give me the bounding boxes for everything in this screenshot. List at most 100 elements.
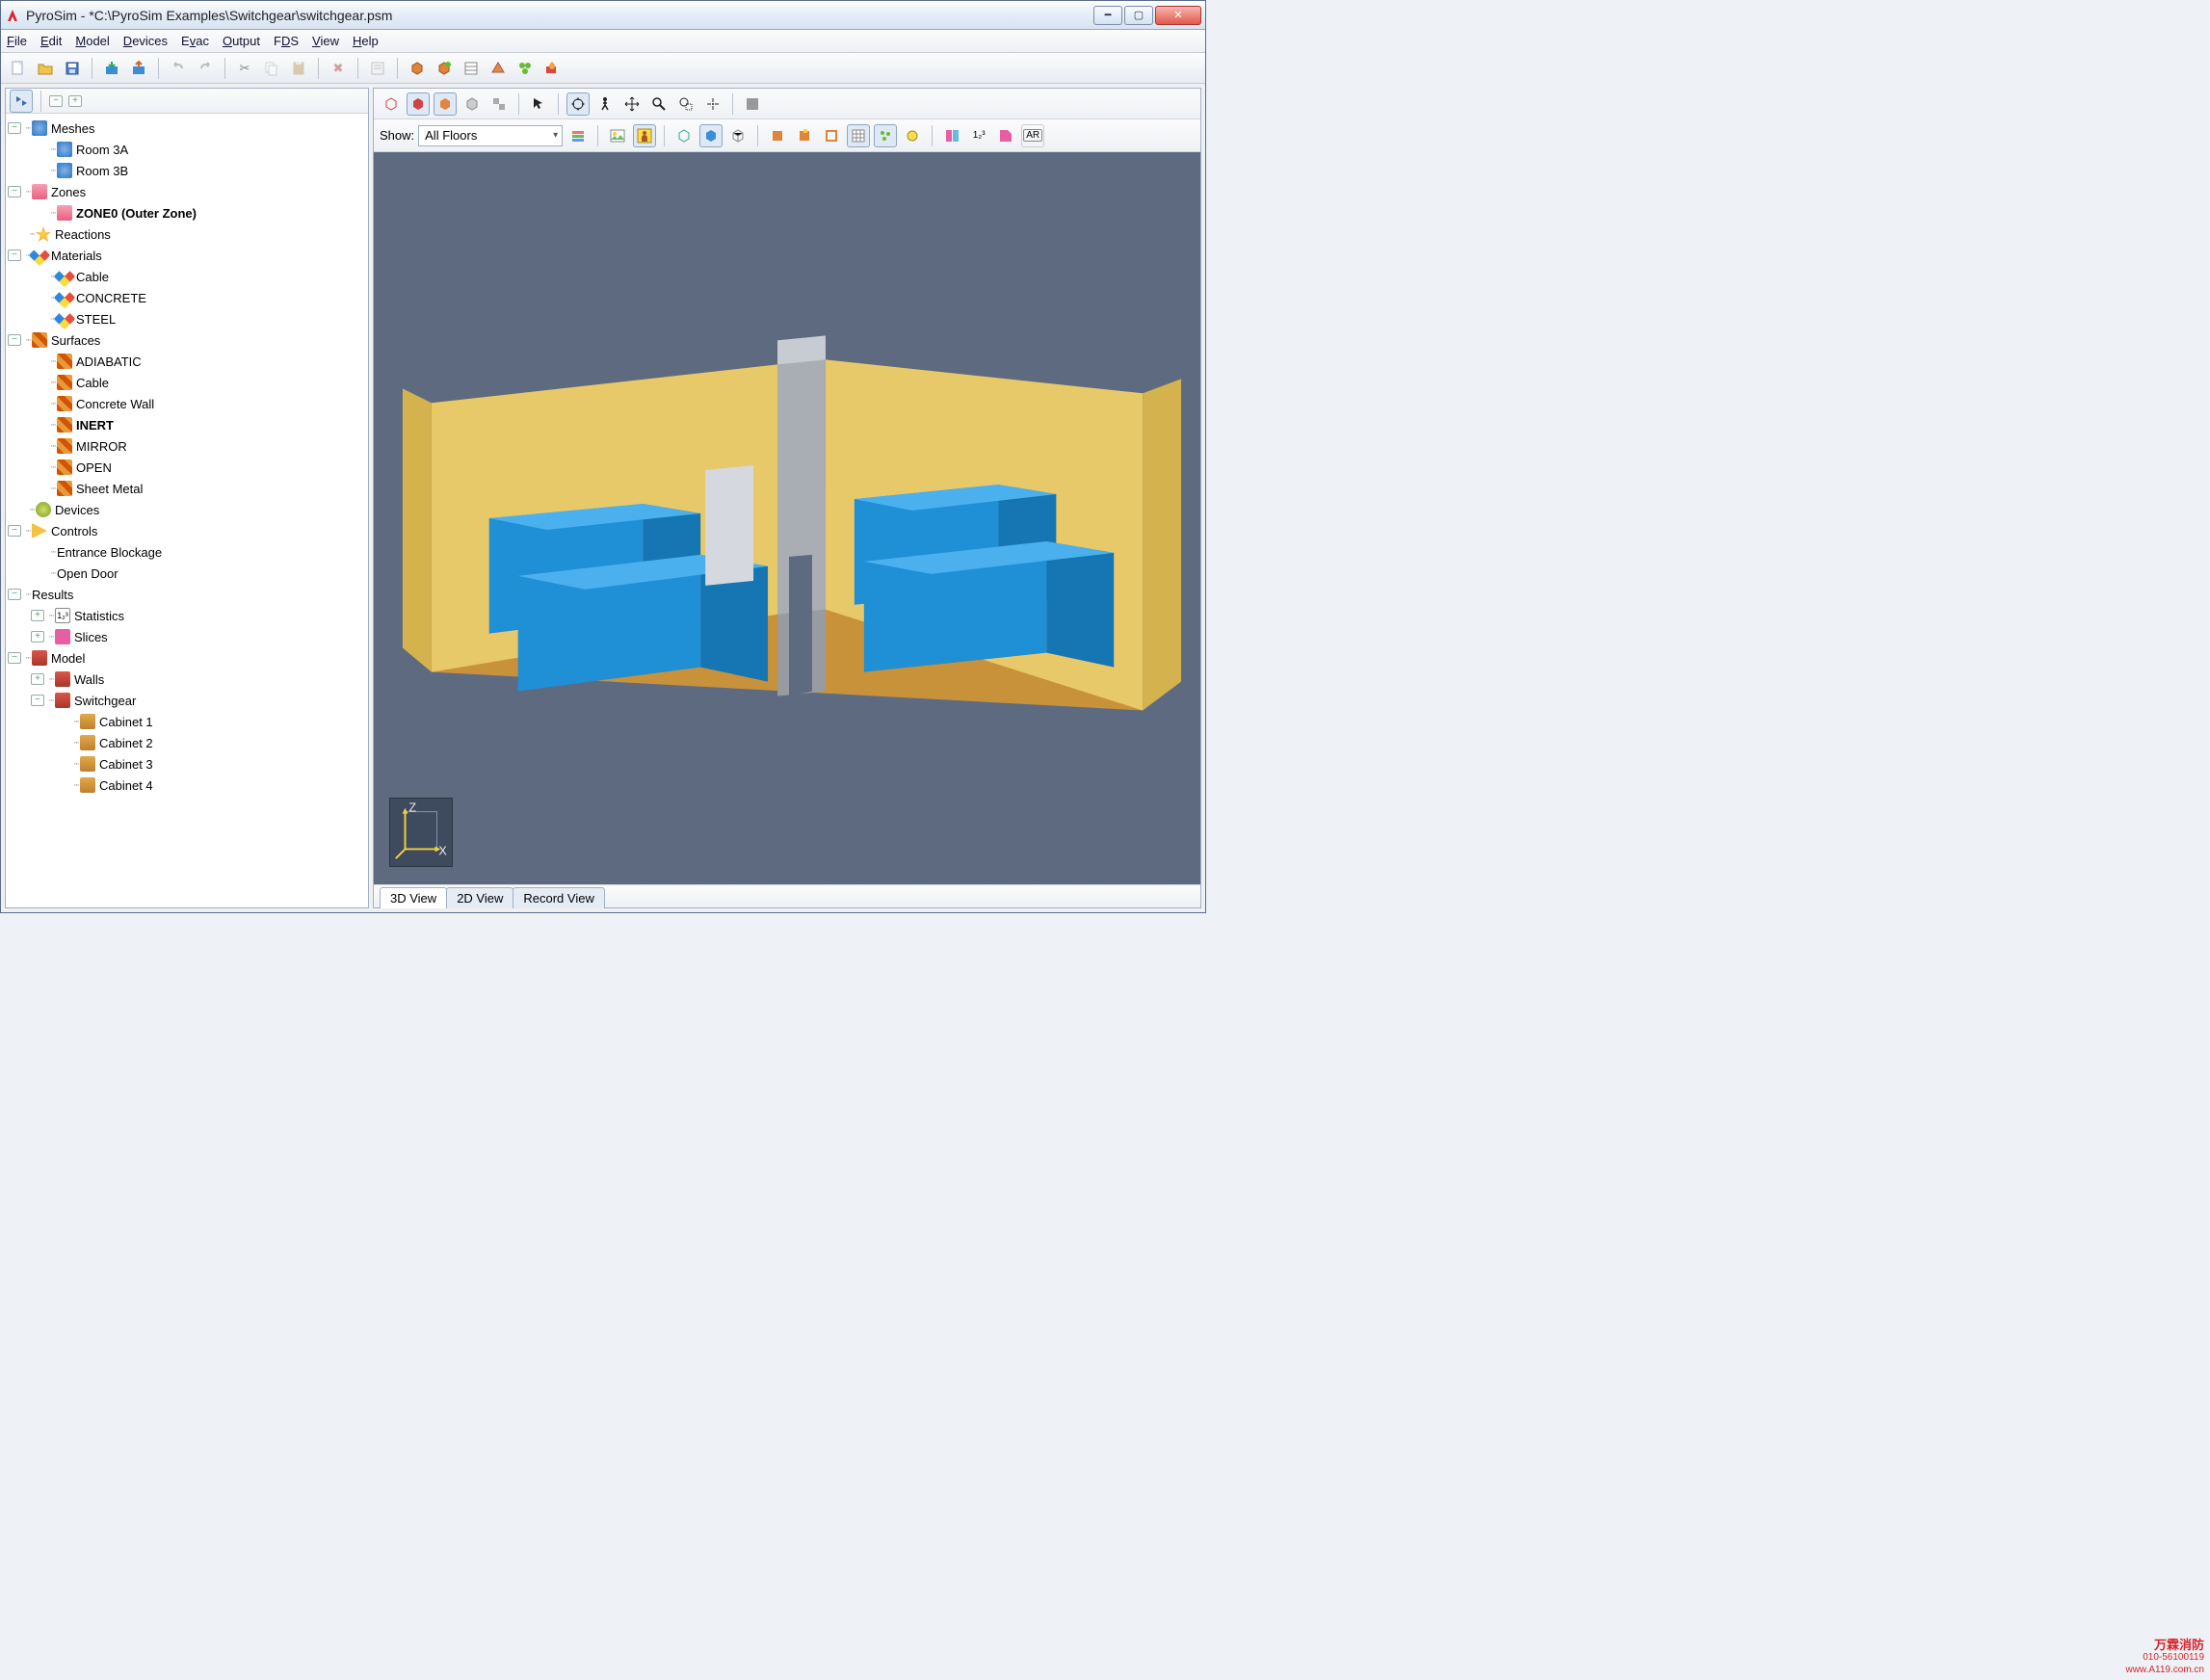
humans-icon[interactable] [633, 124, 656, 147]
tree-room3b[interactable]: Room 3B [76, 164, 128, 178]
show-mesh-wire-icon[interactable] [726, 124, 750, 147]
menu-evac[interactable]: Evac [181, 34, 209, 48]
tab-2d-view[interactable]: 2D View [446, 887, 513, 908]
tree-expand-icon[interactable]: − [8, 652, 21, 664]
pan-icon[interactable] [620, 92, 644, 116]
show-stats-icon[interactable]: 1₂³ [967, 124, 990, 147]
tree-concrete[interactable]: CONCRETE [76, 291, 146, 305]
tree-concrete-wall[interactable]: Concrete Wall [76, 397, 154, 411]
new-icon[interactable] [7, 57, 30, 80]
tree-open[interactable]: OPEN [76, 460, 112, 475]
tree-expand-icon[interactable]: − [8, 249, 21, 261]
focus-icon[interactable] [701, 92, 724, 116]
zoom-box-icon[interactable] [674, 92, 697, 116]
materials-icon[interactable] [460, 57, 483, 80]
redo-icon[interactable] [194, 57, 217, 80]
show-mesh-icon[interactable] [672, 124, 696, 147]
menu-fds[interactable]: FDS [274, 34, 299, 48]
menu-model[interactable]: Model [75, 34, 109, 48]
expand-all-icon[interactable]: + [68, 95, 82, 107]
select-icon[interactable] [527, 92, 550, 116]
tab-record-view[interactable]: Record View [513, 887, 604, 908]
axes-widget[interactable]: Z X [389, 798, 453, 867]
tree-cab4[interactable]: Cabinet 4 [99, 778, 153, 793]
tree-expand-icon[interactable]: − [8, 589, 21, 600]
tree-surfaces[interactable]: Surfaces [51, 333, 100, 348]
tree-expand-icon[interactable]: − [8, 122, 21, 134]
tree-adiabatic[interactable]: ADIABATIC [76, 354, 142, 369]
tree-expand-icon[interactable]: − [8, 334, 21, 346]
export-icon[interactable] [127, 57, 150, 80]
show-obst2-icon[interactable] [793, 124, 816, 147]
mesh2-icon[interactable] [433, 57, 456, 80]
surfaces-icon[interactable] [487, 57, 510, 80]
reactions-icon[interactable] [513, 57, 537, 80]
tree-zones[interactable]: Zones [51, 185, 86, 199]
tree-meshes[interactable]: Meshes [51, 121, 95, 136]
minimize-button[interactable]: ━ [1093, 6, 1122, 25]
delete-icon[interactable]: ✖ [327, 57, 350, 80]
filter-icon[interactable] [366, 57, 389, 80]
wireframe-icon[interactable] [380, 92, 403, 116]
menu-edit[interactable]: Edit [40, 34, 62, 48]
tree-cab1[interactable]: Cabinet 1 [99, 715, 153, 729]
tree-zone0[interactable]: ZONE0 (Outer Zone) [76, 206, 197, 221]
tree-switchgear[interactable]: Switchgear [74, 694, 136, 708]
tree-sheet-metal[interactable]: Sheet Metal [76, 482, 143, 496]
tree-reactions[interactable]: Reactions [55, 227, 111, 242]
show-mesh-solid-icon[interactable] [699, 124, 723, 147]
undo-icon[interactable] [167, 57, 190, 80]
tree-mirror[interactable]: MIRROR [76, 439, 127, 454]
reset-view-icon[interactable] [741, 92, 764, 116]
cut-icon[interactable]: ✂ [233, 57, 256, 80]
tree-s-cable[interactable]: Cable [76, 376, 109, 390]
tree-open-door[interactable]: Open Door [57, 566, 118, 581]
tree-expand-icon[interactable]: + [31, 631, 44, 643]
import-icon[interactable] [100, 57, 123, 80]
tab-3d-view[interactable]: 3D View [380, 887, 447, 908]
menu-devices[interactable]: Devices [123, 34, 168, 48]
walk-icon[interactable] [593, 92, 617, 116]
outline-icon[interactable] [460, 92, 484, 116]
paste-icon[interactable] [287, 57, 310, 80]
floor-define-icon[interactable] [566, 124, 590, 147]
show-slices-icon[interactable] [940, 124, 963, 147]
tree-entrance[interactable]: Entrance Blockage [57, 545, 162, 560]
tree-cab3[interactable]: Cabinet 3 [99, 757, 153, 772]
show-holes-icon[interactable] [820, 124, 843, 147]
tree-expand-icon[interactable]: + [31, 610, 44, 621]
tree-room3a[interactable]: Room 3A [76, 143, 128, 157]
group-icon[interactable] [487, 92, 511, 116]
bg-image-icon[interactable] [606, 124, 629, 147]
3d-canvas[interactable]: Z X [374, 152, 1200, 884]
solid-icon[interactable] [407, 92, 430, 116]
tree-inert[interactable]: INERT [76, 418, 114, 433]
show-grid-icon[interactable] [847, 124, 870, 147]
tree[interactable]: −···Meshes ···Room 3A ···Room 3B −···Zon… [6, 114, 368, 907]
tree-expand-icon[interactable]: − [8, 525, 21, 537]
open-icon[interactable] [34, 57, 57, 80]
floor-select[interactable]: All Floors [418, 125, 563, 146]
run-fds-icon[interactable] [540, 57, 564, 80]
show-obst-icon[interactable] [766, 124, 789, 147]
show-particles-icon[interactable] [874, 124, 897, 147]
zoom-icon[interactable] [647, 92, 671, 116]
menu-view[interactable]: View [312, 34, 339, 48]
tree-model[interactable]: Model [51, 651, 85, 666]
collapse-all-icon[interactable]: − [49, 95, 63, 107]
tree-expand-icon[interactable]: − [8, 186, 21, 197]
copy-icon[interactable] [260, 57, 283, 80]
tree-statistics[interactable]: Statistics [74, 609, 124, 623]
tree-expand-icon[interactable]: + [31, 673, 44, 685]
orbit-icon[interactable] [566, 92, 590, 116]
menu-file[interactable]: File [7, 34, 27, 48]
menu-output[interactable]: Output [223, 34, 260, 48]
maximize-button[interactable]: ▢ [1124, 6, 1153, 25]
tree-steel[interactable]: STEEL [76, 312, 116, 327]
tree-controls[interactable]: Controls [51, 524, 97, 538]
mesh-icon[interactable] [406, 57, 429, 80]
tree-slices[interactable]: Slices [74, 630, 108, 644]
tree-cab2[interactable]: Cabinet 2 [99, 736, 153, 750]
close-button[interactable]: ✕ [1155, 6, 1201, 25]
menu-help[interactable]: Help [353, 34, 379, 48]
